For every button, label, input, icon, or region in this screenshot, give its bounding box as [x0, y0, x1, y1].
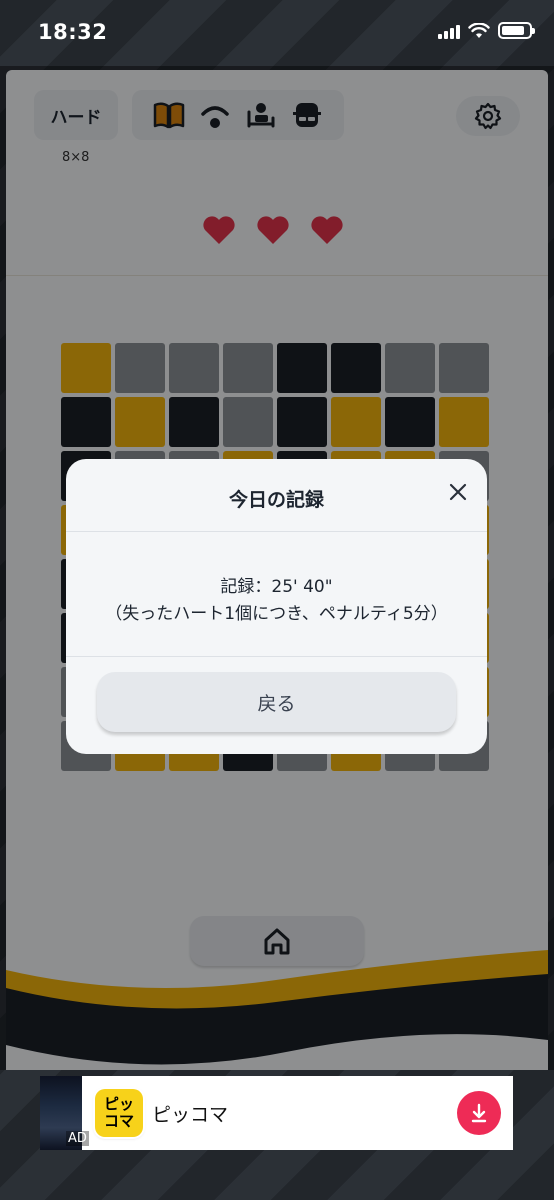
today-record-dialog: 今日の記録 記録：25' 40" （失ったハート1個につき、ペナルティ5分） 戻…	[66, 459, 487, 754]
dialog-divider	[66, 531, 487, 532]
battery-icon	[498, 22, 535, 39]
wifi-icon	[468, 22, 490, 38]
dialog-divider	[66, 656, 487, 657]
ad-area: AD ピッ コマ ピッコマ	[0, 1070, 554, 1200]
ad-logo-line1: ピッ	[103, 1095, 134, 1113]
ad-banner[interactable]: AD ピッ コマ ピッコマ	[40, 1076, 513, 1150]
close-icon	[449, 483, 467, 501]
ad-app-logo[interactable]: ピッ コマ	[95, 1089, 143, 1137]
ad-app-name[interactable]: ピッコマ	[152, 1100, 228, 1127]
back-button[interactable]: 戻る	[97, 672, 456, 732]
status-icons	[438, 22, 535, 39]
ad-logo-line2: コマ	[103, 1112, 134, 1130]
status-bar: 18:32	[0, 0, 554, 66]
ad-tag: AD	[66, 1131, 89, 1146]
signal-icon	[438, 23, 460, 39]
download-icon	[471, 1103, 487, 1123]
penalty-note: （失ったハート1個につき、ペナルティ5分）	[105, 604, 448, 624]
close-button[interactable]	[443, 477, 473, 507]
dialog-title: 今日の記録	[228, 489, 324, 511]
download-button[interactable]	[457, 1091, 501, 1135]
status-time: 18:32	[38, 20, 108, 44]
record-time: 記録：25' 40"	[220, 577, 333, 597]
